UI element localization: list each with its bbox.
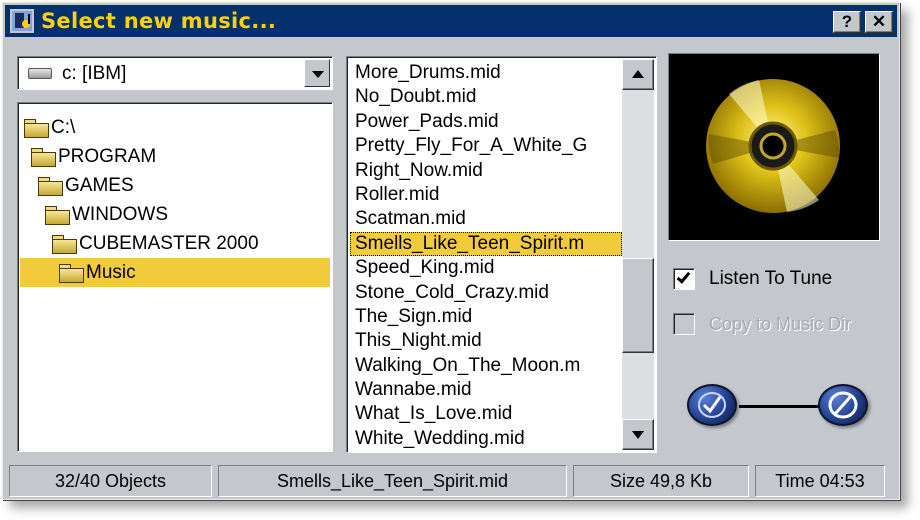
checkmark-icon: [676, 269, 691, 284]
scroll-down-button[interactable]: [622, 419, 654, 450]
tree-item-label: PROGRAM: [58, 145, 157, 167]
scroll-up-button[interactable]: [622, 59, 654, 90]
file-list-item[interactable]: Stone_Cold_Crazy.mid: [350, 281, 622, 305]
file-list-box[interactable]: More_Drums.mid No_Doubt.mid Power_Pads.mid…: [346, 56, 657, 453]
file-list-item[interactable]: No_Doubt.mid: [350, 85, 622, 109]
file-list-item[interactable]: What_Is_Love.mid: [350, 402, 622, 426]
hard-drive-icon: [28, 68, 52, 79]
folder-icon: [24, 119, 49, 138]
drive-label: c: [IBM]: [62, 63, 127, 84]
cd-preview: [668, 53, 880, 241]
title-bar[interactable]: Select new music... ? ✕: [5, 5, 897, 37]
listen-to-tune-checkbox[interactable]: [673, 268, 695, 290]
drive-select[interactable]: c: [IBM]: [17, 56, 333, 90]
copy-to-music-dir-label: Copy to Music Dir: [709, 313, 852, 334]
folder-icon: [45, 206, 70, 225]
cd-disc-icon: [706, 79, 840, 213]
file-list-item[interactable]: Pretty_Fly_For_A_White_G: [350, 134, 622, 158]
copy-to-music-dir-checkbox: [673, 313, 695, 335]
close-button[interactable]: ✕: [865, 11, 893, 33]
folder-icon: [52, 235, 77, 254]
music-app-icon: [10, 9, 34, 33]
file-list-item[interactable]: Scatman.mid: [350, 207, 622, 231]
file-list-item[interactable]: Wannabe.mid: [350, 378, 622, 402]
file-list-item[interactable]: Right_Now.mid: [350, 159, 622, 183]
help-button[interactable]: ?: [833, 11, 861, 33]
file-list-item[interactable]: White_Wedding.mid: [350, 427, 622, 451]
folder-icon: [31, 148, 56, 167]
folder-icon: [59, 264, 84, 283]
tree-item-program[interactable]: PROGRAM: [31, 142, 162, 171]
folder-icon: [38, 177, 63, 196]
file-list-scrollbar[interactable]: [622, 59, 654, 450]
tree-item-label: WINDOWS: [72, 203, 169, 225]
drive-dropdown-button[interactable]: [304, 59, 330, 87]
file-list[interactable]: More_Drums.mid No_Doubt.mid Power_Pads.mid…: [350, 61, 622, 451]
file-list-item[interactable]: Speed_King.mid: [350, 256, 622, 280]
scrollbar-thumb[interactable]: [622, 258, 654, 354]
tree-item-label: CUBEMASTER 2000: [79, 232, 259, 254]
status-size: Size 49,8 Kb: [573, 465, 749, 497]
file-list-item[interactable]: Walking_On_The_Moon.m: [350, 354, 622, 378]
file-list-item[interactable]: Smells_Like_Teen_Spirit.m: [350, 231, 622, 257]
tree-item-label: C:\: [51, 116, 76, 138]
select-music-dialog: Select new music... ? ✕ c: [IBM] C:\ PRO…: [2, 2, 900, 500]
tree-item-cubemaster[interactable]: CUBEMASTER 2000: [52, 229, 265, 258]
status-object-count: 32/40 Objects: [9, 465, 212, 497]
file-list-item[interactable]: This_Night.mid: [350, 329, 622, 353]
status-filename: Smells_Like_Teen_Spirit.mid: [218, 465, 567, 497]
listen-to-tune-label: Listen To Tune: [709, 268, 833, 289]
folder-tree[interactable]: C:\ PROGRAM GAMES WINDOWS CUBEMASTER 200…: [17, 102, 333, 452]
file-list-item[interactable]: Power_Pads.mid: [350, 110, 622, 134]
file-list-item[interactable]: More_Drums.mid: [350, 61, 622, 85]
tree-item-root[interactable]: C:\: [24, 113, 81, 142]
window-title: Select new music...: [41, 9, 277, 33]
file-list-item[interactable]: Roller.mid: [350, 183, 622, 207]
file-list-item[interactable]: The_Sign.mid: [350, 305, 622, 329]
tree-item-games[interactable]: GAMES: [38, 171, 140, 200]
button-connector: [739, 405, 819, 408]
tree-item-music[interactable]: Music: [20, 258, 330, 287]
tree-item-label: GAMES: [65, 174, 134, 196]
tree-item-label: Music: [86, 261, 136, 283]
cancel-button[interactable]: [818, 384, 868, 426]
listen-to-tune-option[interactable]: Listen To Tune: [673, 268, 832, 290]
copy-to-music-dir-option: Copy to Music Dir: [673, 313, 889, 335]
ok-button[interactable]: [687, 384, 737, 426]
status-time: Time 04:53: [755, 465, 885, 497]
ok-check-icon: [698, 392, 726, 418]
cancel-circle-icon: [828, 391, 858, 419]
tree-item-windows[interactable]: WINDOWS: [45, 200, 174, 229]
